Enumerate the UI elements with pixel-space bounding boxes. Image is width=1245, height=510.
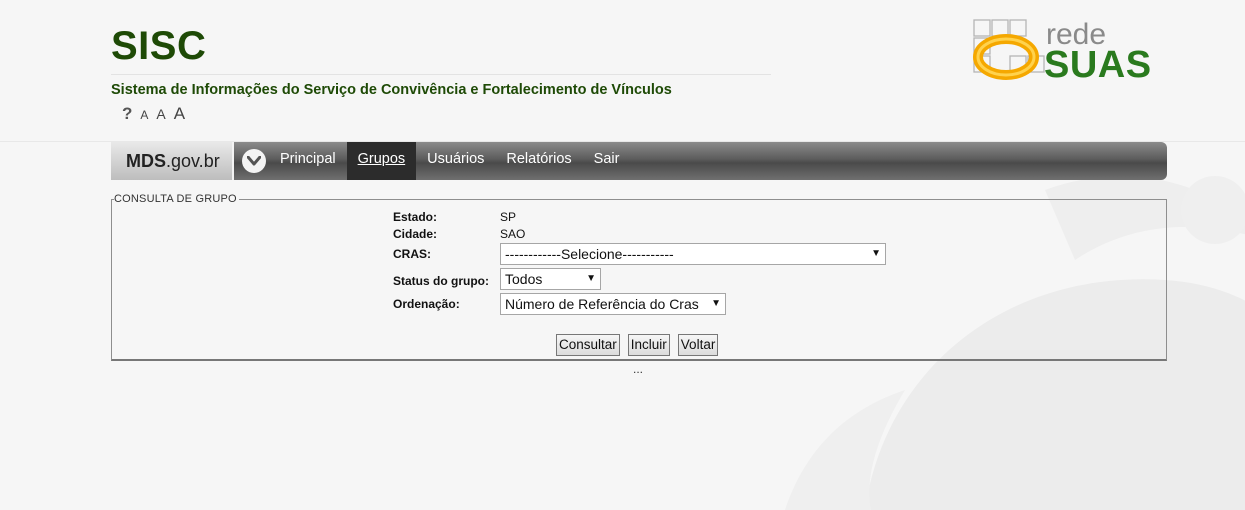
dropdown-arrow-icon: ▼ — [711, 298, 721, 309]
mds-brand-text: MDS.gov.br — [126, 151, 220, 171]
logo-suas-text: SUAS — [1044, 44, 1152, 86]
app-title: SISC — [111, 24, 207, 68]
ordenacao-select[interactable]: Número de Referência do Cras ▼ — [500, 293, 726, 315]
rede-suas-logo: rede SUAS — [970, 16, 1170, 86]
app-subtitle: Sistema de Informações do Serviço de Con… — [111, 82, 672, 98]
main-navbar: MDS.gov.br Principal Grupos Usuários Rel… — [111, 142, 1167, 180]
footer-ellipsis: ... — [633, 362, 644, 376]
font-size-small-button[interactable]: A — [140, 108, 148, 122]
title-divider — [111, 74, 771, 75]
nav-item-relatorios[interactable]: Relatórios — [495, 142, 582, 180]
fieldset-legend: CONSULTA DE GRUPO — [114, 193, 239, 205]
status-label: Status do grupo: — [393, 274, 489, 288]
font-size-medium-button[interactable]: A — [156, 106, 165, 122]
status-selected-value: Todos — [505, 271, 543, 287]
nav-item-principal[interactable]: Principal — [269, 142, 347, 180]
font-size-large-button[interactable]: A — [174, 104, 185, 124]
incluir-button[interactable]: Incluir — [627, 334, 670, 356]
status-select[interactable]: Todos ▼ — [500, 268, 601, 290]
mds-brand-link[interactable]: MDS.gov.br — [111, 142, 234, 180]
page-header: SISC Sistema de Informações do Serviço d… — [0, 0, 1245, 140]
help-icon[interactable]: ? — [122, 104, 132, 124]
rede-suas-emblem-icon — [973, 19, 1045, 80]
form-buttons: Consultar Incluir Voltar — [556, 334, 719, 356]
cras-select[interactable]: ------------Selecione----------- ▼ — [500, 243, 886, 265]
nav-item-sair[interactable]: Sair — [583, 142, 631, 180]
voltar-button[interactable]: Voltar — [677, 334, 719, 356]
nav-items: Principal Grupos Usuários Relatórios Sai… — [269, 142, 630, 180]
nav-item-grupos[interactable]: Grupos — [346, 142, 417, 180]
ordenacao-label: Ordenação: — [393, 297, 460, 311]
nav-item-usuarios[interactable]: Usuários — [416, 142, 495, 180]
consultar-button[interactable]: Consultar — [556, 334, 620, 356]
dropdown-arrow-icon: ▼ — [586, 273, 596, 284]
estado-value: SP — [500, 210, 517, 224]
nav-menu-chevron-icon[interactable] — [242, 149, 266, 173]
cras-label: CRAS: — [393, 247, 431, 261]
dropdown-arrow-icon: ▼ — [871, 248, 881, 259]
accessibility-tools: ? A A A — [122, 104, 185, 126]
ordenacao-selected-value: Número de Referência do Cras — [505, 296, 699, 312]
cras-selected-value: ------------Selecione----------- — [505, 246, 674, 262]
cidade-label: Cidade: — [393, 227, 438, 241]
consulta-grupo-fieldset: CONSULTA DE GRUPO Estado: SP Cidade: SAO… — [111, 193, 1167, 361]
estado-label: Estado: — [393, 210, 438, 224]
